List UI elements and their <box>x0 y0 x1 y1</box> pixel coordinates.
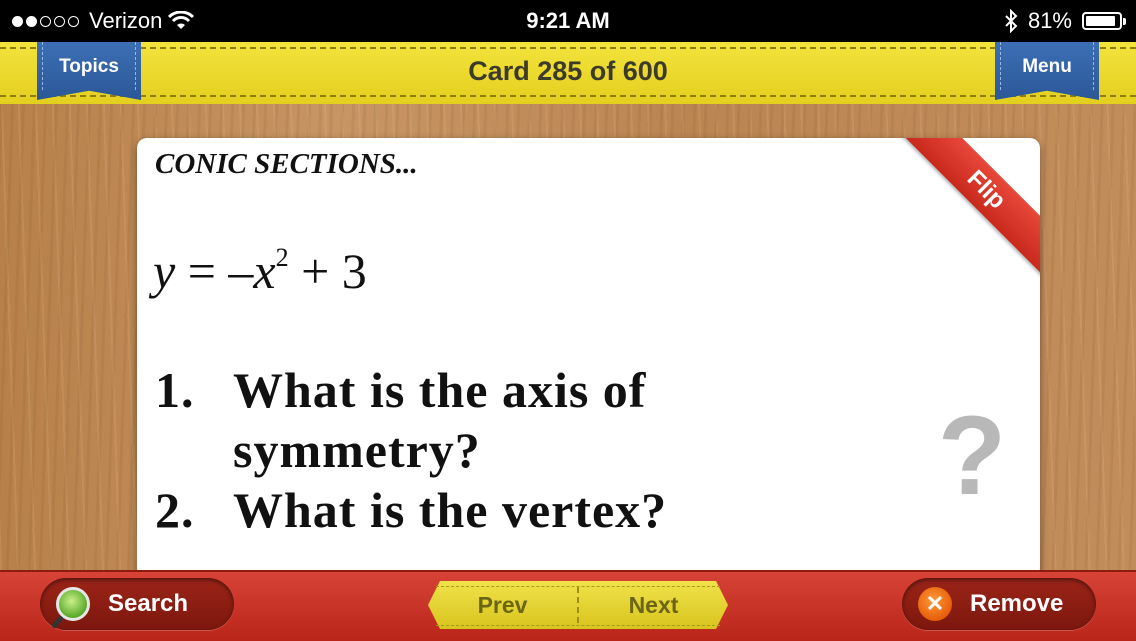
equation-variable: x <box>253 243 276 299</box>
help-question-icon[interactable]: ? <box>932 396 1012 516</box>
battery-percent: 81% <box>1027 8 1072 33</box>
header-bar: Card 285 of 600 <box>0 42 1136 106</box>
question-item: 1. What is the axis of symmetry? <box>155 360 667 480</box>
next-button[interactable]: Next <box>579 581 728 629</box>
clock: 9:21 AM <box>526 8 610 33</box>
remove-button[interactable]: ✕ Remove <box>902 578 1096 630</box>
equation-rest: + 3 <box>288 243 367 299</box>
question-text: What is the vertex? <box>233 482 668 538</box>
equation-lhs: y <box>153 243 176 299</box>
remove-label: Remove <box>970 590 1064 617</box>
flip-button[interactable]: Flip <box>900 138 1040 278</box>
card-counter-title: Card 285 of 600 <box>468 56 668 86</box>
bluetooth-icon <box>1005 9 1018 33</box>
status-bar: Verizon 9:21 AM 81% <box>0 0 1136 42</box>
prev-button[interactable]: Prev <box>428 581 577 629</box>
question-number: 2. <box>155 482 195 538</box>
question-text-continued: symmetry? <box>233 422 481 478</box>
question-text: What is the axis of <box>233 362 647 418</box>
battery-icon <box>1082 12 1126 30</box>
card-equation: y = –x2 + 3 <box>153 242 367 300</box>
card-heading: CONIC SECTIONS... <box>155 148 418 180</box>
search-icon <box>56 587 90 621</box>
prev-next-control: Prev Next <box>428 581 728 629</box>
bottom-toolbar: Search Prev Next ✕ Remove <box>0 570 1136 641</box>
question-list: 1. What is the axis of symmetry? 2. What… <box>155 360 667 540</box>
status-right: 81% <box>1004 8 1126 34</box>
search-label: Search <box>108 590 189 617</box>
flip-label: Flip <box>901 138 1040 275</box>
search-button[interactable]: Search <box>40 578 234 630</box>
flash-card[interactable]: CONIC SECTIONS... y = –x2 + 3 1. What is… <box>137 138 1040 578</box>
remove-icon: ✕ <box>918 587 952 621</box>
question-number: 1. <box>155 362 195 418</box>
equation-equals: = – <box>175 243 254 299</box>
equation-exponent: 2 <box>275 243 289 273</box>
question-item: 2. What is the vertex? <box>155 480 667 540</box>
